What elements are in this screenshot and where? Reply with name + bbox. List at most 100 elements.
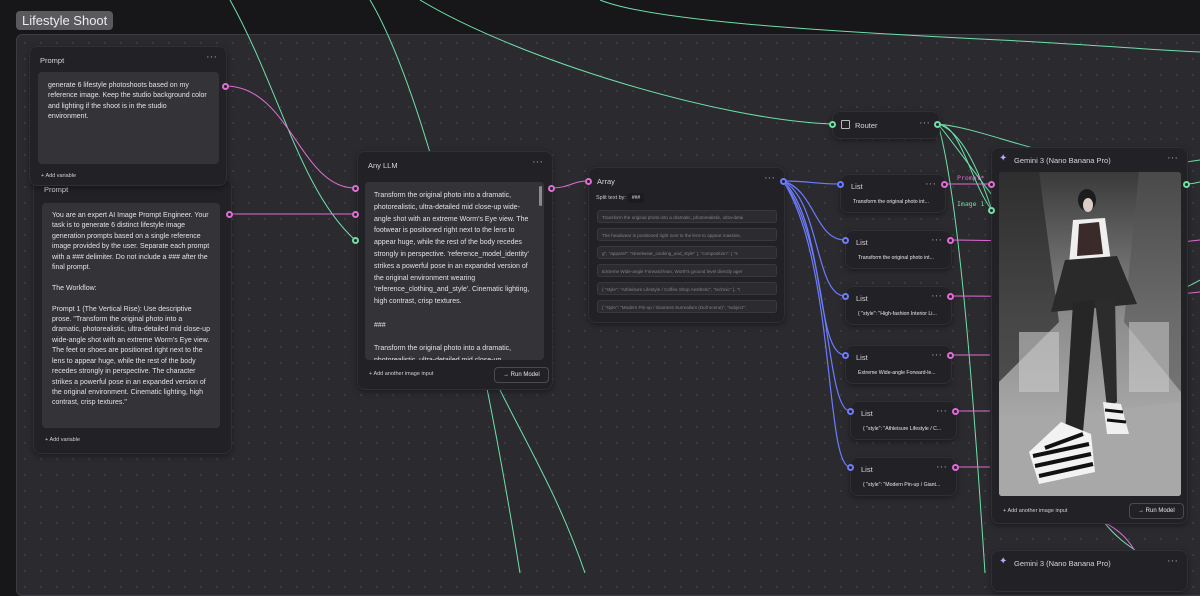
array-node-menu-icon[interactable]: ··· [764, 172, 775, 184]
list-node-menu-icon[interactable]: ··· [931, 349, 942, 361]
gemini-node[interactable]: ✦ Gemini 3 (Nano Banana Pro) ··· + Add a… [991, 147, 1188, 524]
list-edge [782, 180, 846, 241]
prompt-node-system[interactable]: Prompt You are an expert AI Image Prompt… [33, 178, 232, 454]
gemini-node-menu-icon[interactable]: ··· [1167, 152, 1178, 164]
array-input-port[interactable] [585, 178, 592, 185]
prompt-textarea[interactable]: generate 6 lifestyle photoshoots based o… [38, 72, 219, 164]
list-node[interactable]: List ··· { "style": "Athleisure Lifestyl… [850, 401, 957, 440]
list-node-title: List [851, 182, 863, 191]
list-output-port[interactable] [952, 464, 959, 471]
gemini-output-port[interactable] [1183, 181, 1190, 188]
list-output-port[interactable] [947, 237, 954, 244]
list-node-title: List [856, 353, 868, 362]
list-input-port[interactable] [842, 237, 849, 244]
array-node-title: Array [597, 177, 615, 186]
router-icon [841, 120, 850, 129]
run-model-button[interactable]: → Run Model [494, 367, 549, 383]
list-node-value: Extreme Wide-angle Forward-le... [858, 370, 936, 376]
gemini-node-2-menu-icon[interactable]: ··· [1167, 555, 1178, 567]
add-variable-label: Add variable [45, 173, 77, 179]
list-edge [782, 180, 841, 185]
image-edge [419, 0, 833, 125]
generated-image[interactable] [999, 172, 1181, 496]
list-node[interactable]: List ··· Transform the original photo in… [845, 230, 952, 269]
run-model-label: Run Model [1145, 508, 1175, 514]
list-input-port[interactable] [842, 352, 849, 359]
list-input-port[interactable] [842, 293, 849, 300]
add-variable-label: Add variable [49, 437, 81, 443]
router-input-port[interactable] [829, 121, 836, 128]
any-llm-node[interactable]: Any LLM ··· Transform the original photo… [357, 151, 553, 390]
gemini-node-2-title: Gemini 3 (Nano Banana Pro) [1014, 559, 1111, 568]
gemini-node-2[interactable]: ✦ Gemini 3 (Nano Banana Pro) ··· [991, 550, 1188, 592]
run-model-button[interactable]: → Run Model [1129, 503, 1184, 519]
llm-prompt-input-port[interactable] [352, 185, 359, 192]
split-input[interactable]: ### [628, 193, 644, 203]
router-node-menu-icon[interactable]: ··· [919, 117, 930, 129]
list-input-port[interactable] [847, 464, 854, 471]
prompt-node-title: Prompt [40, 56, 65, 65]
llm-scrollbar[interactable] [539, 186, 542, 206]
array-item[interactable]: The headwear is positioned right next to… [597, 228, 777, 241]
list-output-port[interactable] [952, 408, 959, 415]
list-node-value: { "style": "High-fashion Interior Li... [858, 311, 937, 317]
gemini-image-input-port[interactable] [988, 207, 995, 214]
list-output-port[interactable] [941, 181, 948, 188]
llm-node-menu-icon[interactable]: ··· [532, 156, 543, 168]
system-prompt-output-port[interactable] [226, 211, 233, 218]
split-label: Split text by: [596, 195, 626, 201]
array-item[interactable]: g", "apparel": "streetwear_cooking_and_s… [597, 246, 777, 259]
list-node-value: { "style": "Athleisure Lifestyle / C... [863, 426, 942, 432]
add-variable-button[interactable]: + Add variable [45, 437, 80, 443]
list-edge [782, 180, 851, 412]
image-edge [599, 0, 1200, 53]
add-image-input-button[interactable]: + Add another image input [369, 371, 433, 377]
llm-image-input-port[interactable] [352, 237, 359, 244]
list-node-title: List [856, 294, 868, 303]
prompt-node-2-title: Prompt [44, 185, 69, 194]
list-input-port[interactable] [847, 408, 854, 415]
list-node-value: Transform the original photo int... [858, 255, 934, 261]
list-node-menu-icon[interactable]: ··· [936, 405, 947, 417]
add-image-input-label: Add another image input [373, 371, 434, 377]
list-node[interactable]: List ··· { "style": "Modern Pin-up / Gia… [850, 457, 957, 496]
array-item[interactable]: { "style": "Modern Pin-up / Giantess Sur… [597, 300, 777, 313]
workflow-canvas[interactable]: Lifestyle Shoot Prompt You are an expert… [0, 0, 1200, 596]
run-model-label: Run Model [510, 372, 540, 378]
list-node-menu-icon[interactable]: ··· [931, 234, 942, 246]
list-node[interactable]: List ··· { "style": "High-fashion Interi… [845, 286, 952, 325]
list-node-menu-icon[interactable]: ··· [925, 178, 936, 190]
list-output-port[interactable] [947, 352, 954, 359]
list-node-title: List [856, 238, 868, 247]
list-node[interactable]: List ··· Transform the original photo in… [840, 174, 946, 213]
list-node-title: List [861, 465, 873, 474]
text-edge [550, 180, 589, 189]
list-node-value: Transform the original photo int... [853, 199, 929, 205]
prompt-output-port[interactable] [222, 83, 229, 90]
prompt-node[interactable]: Prompt ··· generate 6 lifestyle photosho… [29, 46, 227, 186]
prompt-node-menu-icon[interactable]: ··· [206, 51, 217, 63]
llm-system-input-port[interactable] [352, 211, 359, 218]
list-node-value: { "style": "Modern Pin-up / Giant... [863, 482, 941, 488]
list-node-menu-icon[interactable]: ··· [936, 461, 947, 473]
llm-output-textarea[interactable]: Transform the original photo into a dram… [365, 182, 544, 360]
array-item[interactable]: Extreme Wide-angle Forward-lean, Worth's… [597, 264, 777, 277]
llm-output-port[interactable] [548, 185, 555, 192]
list-node-menu-icon[interactable]: ··· [931, 290, 942, 302]
array-item[interactable]: { "style": "Athleisure Lifestyle / Coffe… [597, 282, 777, 295]
router-output-port[interactable] [934, 121, 941, 128]
system-prompt-textarea[interactable]: You are an expert AI Image Prompt Engine… [42, 203, 220, 428]
array-item[interactable]: Transform the original photo into a dram… [597, 210, 777, 223]
router-node[interactable]: Router ··· [832, 111, 940, 139]
list-input-port[interactable] [837, 181, 844, 188]
array-node[interactable]: Array ··· Split text by: ### Transform t… [588, 167, 785, 323]
gemini-prompt-input-port[interactable] [988, 181, 995, 188]
list-node[interactable]: List ··· Extreme Wide-angle Forward-le..… [845, 345, 952, 384]
add-image-input-button[interactable]: + Add another image input [1003, 508, 1067, 514]
array-output-port[interactable] [780, 178, 787, 185]
list-output-port[interactable] [947, 293, 954, 300]
image-edge-label: Image 1 [957, 200, 985, 208]
add-variable-button[interactable]: + Add variable [41, 173, 76, 179]
router-node-title: Router [855, 121, 878, 130]
add-image-input-label: Add another image input [1007, 508, 1068, 514]
